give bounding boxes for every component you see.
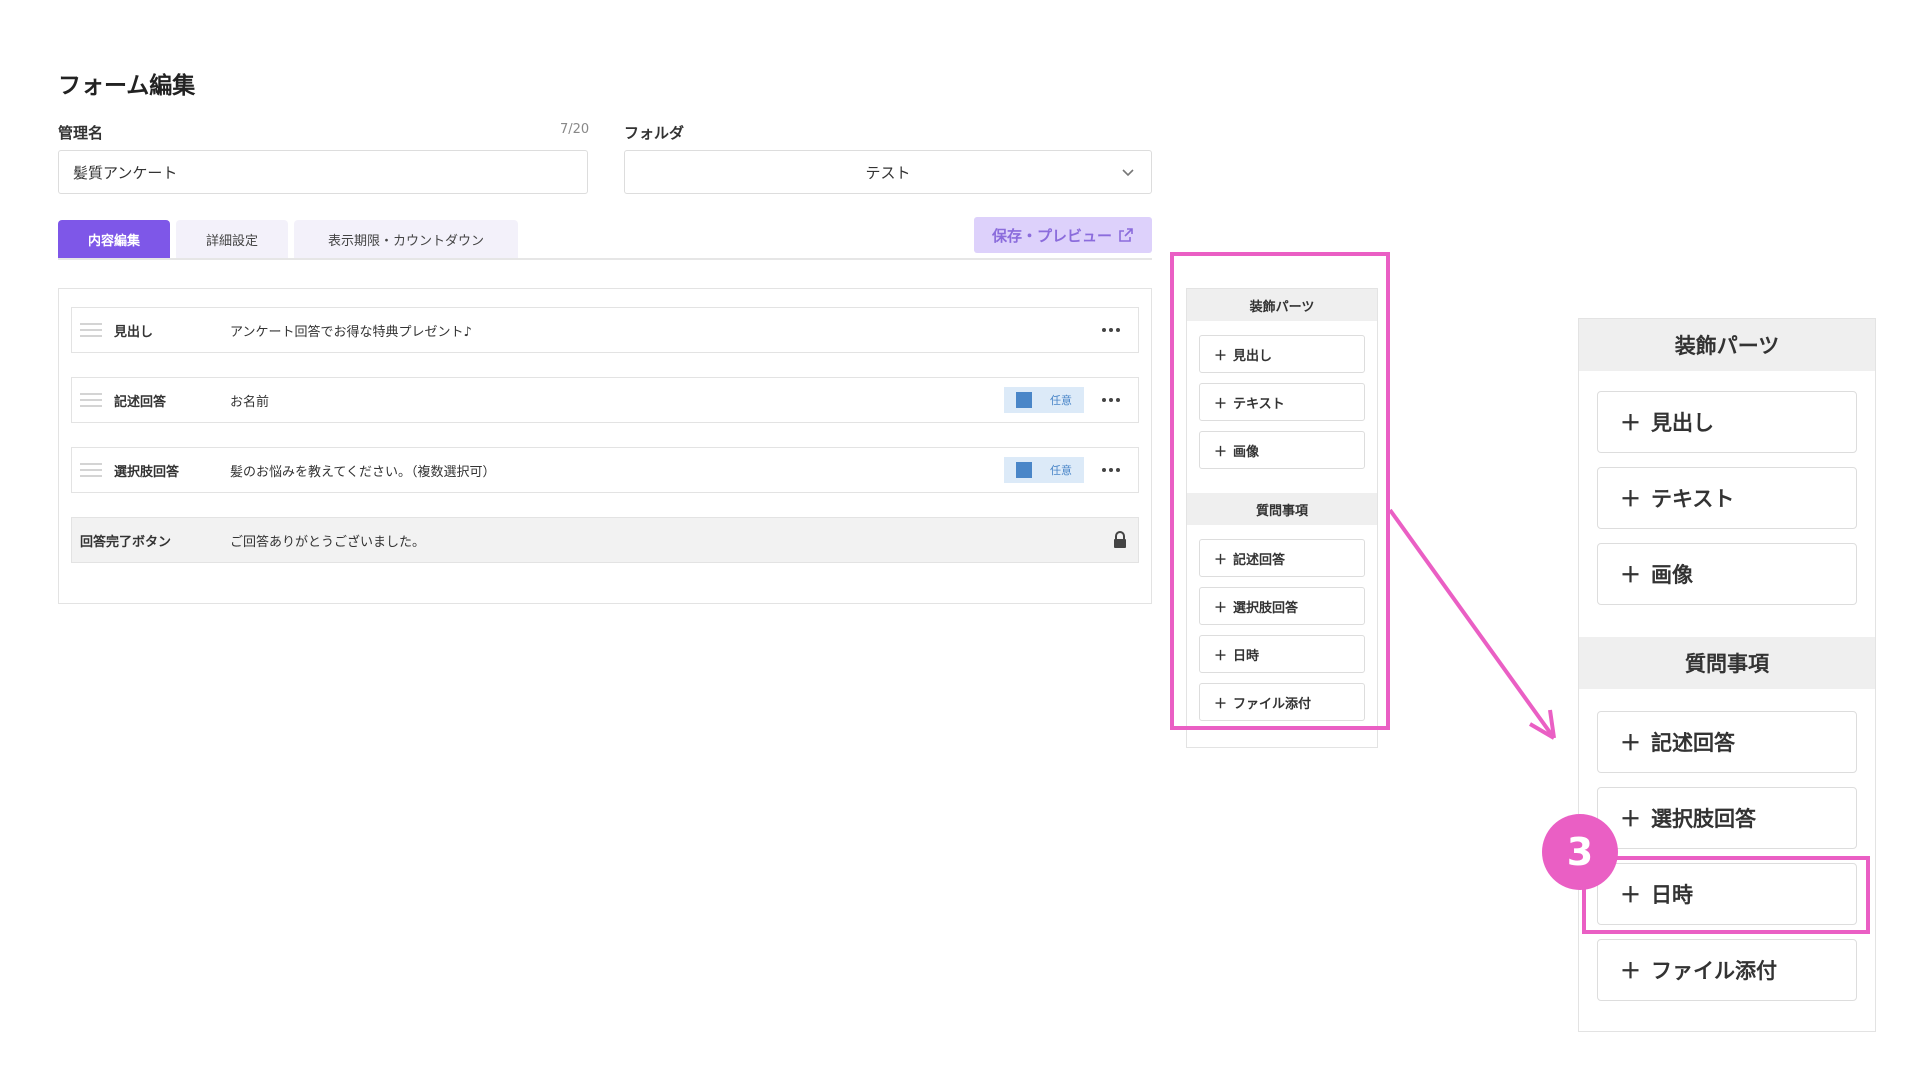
more-options-icon[interactable] bbox=[1102, 328, 1138, 332]
plus-icon: ＋ bbox=[1620, 807, 1641, 831]
form-row-complete-button[interactable]: 回答完了ボタン ご回答ありがとうございました。 bbox=[71, 517, 1139, 563]
more-options-icon[interactable] bbox=[1102, 398, 1138, 402]
part-label: ファイル添付 bbox=[1651, 959, 1777, 983]
row-type: 見出し bbox=[114, 324, 154, 340]
add-text-button[interactable]: ＋ テキスト bbox=[1597, 467, 1857, 529]
name-label: 管理名 bbox=[58, 124, 104, 142]
row-type: 記述回答 bbox=[114, 394, 167, 410]
tabs-divider bbox=[58, 258, 1152, 260]
page-title: フォーム編集 bbox=[58, 73, 196, 99]
decoration-section-title: 装飾パーツ bbox=[1579, 319, 1875, 371]
save-preview-label: 保存・プレビュー bbox=[991, 226, 1112, 245]
toggle-square-icon bbox=[1016, 392, 1032, 408]
folder-select-value: テスト bbox=[865, 163, 911, 182]
drag-handle-icon[interactable] bbox=[80, 393, 102, 407]
name-char-counter: 7/20 bbox=[560, 122, 590, 137]
folder-select[interactable]: テスト bbox=[624, 150, 1152, 194]
external-link-icon bbox=[1119, 228, 1133, 242]
row-content: お名前 bbox=[230, 394, 270, 410]
drag-handle-icon[interactable] bbox=[80, 463, 102, 477]
name-input[interactable]: 髪質アンケート bbox=[58, 150, 588, 194]
chevron-down-icon bbox=[1122, 169, 1134, 177]
add-text-answer-button[interactable]: ＋ 記述回答 bbox=[1597, 711, 1857, 773]
part-label: 画像 bbox=[1651, 563, 1693, 587]
form-row-heading[interactable]: 見出し アンケート回答でお得な特典プレゼント♪ bbox=[71, 307, 1139, 353]
question-section-title: 質問事項 bbox=[1579, 637, 1875, 689]
optional-toggle[interactable]: 任意 bbox=[1004, 457, 1084, 483]
plus-icon: ＋ bbox=[1620, 731, 1641, 755]
optional-label: 任意 bbox=[1050, 394, 1072, 407]
tab-content-edit[interactable]: 内容編集 bbox=[58, 220, 170, 258]
part-label: 見出し bbox=[1651, 411, 1714, 435]
highlight-box-small bbox=[1170, 252, 1390, 730]
add-heading-button[interactable]: ＋ 見出し bbox=[1597, 391, 1857, 453]
content-panel: 見出し アンケート回答でお得な特典プレゼント♪ 記述回答 お名前 任意 選択肢回… bbox=[58, 288, 1152, 604]
more-options-icon[interactable] bbox=[1102, 468, 1138, 472]
name-input-value: 髪質アンケート bbox=[73, 163, 178, 182]
add-choice-answer-button[interactable]: ＋ 選択肢回答 bbox=[1597, 787, 1857, 849]
part-label: 選択肢回答 bbox=[1651, 807, 1756, 831]
plus-icon: ＋ bbox=[1620, 411, 1641, 435]
plus-icon: ＋ bbox=[1620, 487, 1641, 511]
form-row-text-answer[interactable]: 記述回答 お名前 任意 bbox=[71, 377, 1139, 423]
plus-icon: ＋ bbox=[1620, 959, 1641, 983]
row-content: ご回答ありがとうございました。 bbox=[230, 534, 426, 550]
drag-handle-icon[interactable] bbox=[80, 323, 102, 337]
folder-label: フォルダ bbox=[624, 124, 685, 142]
row-type: 回答完了ボタン bbox=[80, 534, 172, 550]
tab-label: 内容編集 bbox=[87, 233, 140, 249]
tab-label: 表示期限・カウントダウン bbox=[327, 233, 484, 249]
toggle-square-icon bbox=[1016, 462, 1032, 478]
row-type: 選択肢回答 bbox=[114, 464, 180, 480]
step-number-badge: 3 bbox=[1542, 814, 1618, 890]
tab-detail-settings[interactable]: 詳細設定 bbox=[176, 220, 288, 258]
tab-label: 詳細設定 bbox=[205, 233, 258, 249]
optional-label: 任意 bbox=[1050, 464, 1072, 477]
pointer-arrow-icon bbox=[1388, 508, 1556, 740]
optional-toggle[interactable]: 任意 bbox=[1004, 387, 1084, 413]
form-row-choice-answer[interactable]: 選択肢回答 髪のお悩みを教えてください。（複数選択可） 任意 bbox=[71, 447, 1139, 493]
part-label: 記述回答 bbox=[1651, 731, 1735, 755]
add-image-button[interactable]: ＋ 画像 bbox=[1597, 543, 1857, 605]
part-label: テキスト bbox=[1651, 487, 1735, 511]
save-preview-button[interactable]: 保存・プレビュー bbox=[974, 217, 1152, 253]
plus-icon: ＋ bbox=[1620, 563, 1641, 587]
row-content: アンケート回答でお得な特典プレゼント♪ bbox=[230, 324, 472, 340]
tab-display-period[interactable]: 表示期限・カウントダウン bbox=[294, 220, 518, 258]
row-content: 髪のお悩みを教えてください。（複数選択可） bbox=[230, 464, 496, 480]
lock-icon bbox=[1102, 531, 1138, 549]
add-file-attachment-button[interactable]: ＋ ファイル添付 bbox=[1597, 939, 1857, 1001]
highlight-box-datetime bbox=[1582, 856, 1870, 934]
